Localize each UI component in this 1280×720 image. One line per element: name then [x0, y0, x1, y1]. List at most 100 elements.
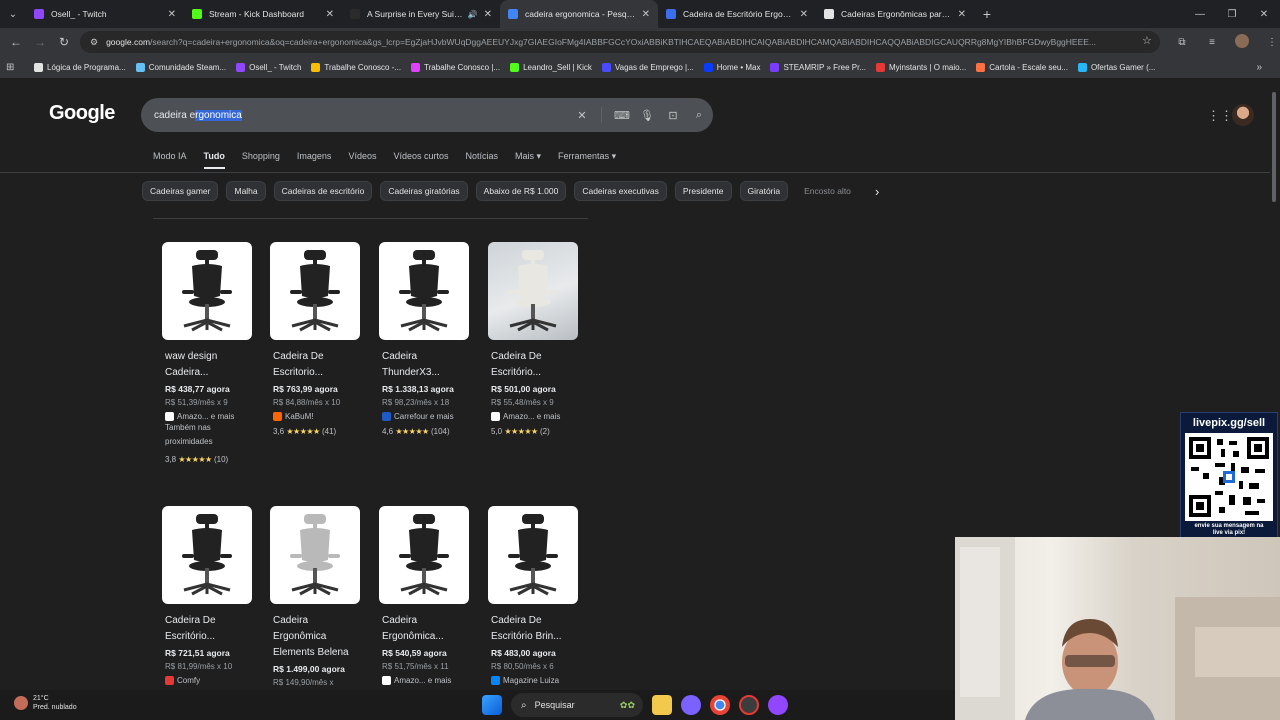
store-icon: [165, 412, 174, 421]
scrollbar-thumb[interactable]: [1272, 92, 1276, 202]
filter-chip[interactable]: Presidente: [674, 181, 732, 201]
product-image[interactable]: [162, 506, 252, 604]
bookmark-item[interactable]: Leandro_Sell | Kick: [510, 62, 592, 72]
forward-icon[interactable]: →: [28, 28, 52, 56]
taskbar-search[interactable]: ⌕ Pesquisar ✿✿: [511, 693, 643, 717]
product-card[interactable]: Cadeira De Escritório Brin... R$ 483,00 ag…: [488, 506, 592, 685]
file-explorer-icon[interactable]: [652, 695, 672, 715]
extensions-icon[interactable]: ⧉: [1172, 37, 1192, 48]
url-host: google.com: [106, 37, 151, 47]
address-bar[interactable]: ⚙ google.com/search?q=cadeira+ergonomica…: [80, 31, 1160, 53]
product-image[interactable]: [488, 242, 578, 340]
product-image[interactable]: [488, 506, 578, 604]
product-image[interactable]: [379, 506, 469, 604]
minimize-icon[interactable]: —: [1184, 0, 1216, 28]
microphone-icon[interactable]: 🎙: [640, 109, 654, 122]
search-nav-tab[interactable]: Ferramentas ▾: [558, 151, 616, 162]
media-icon[interactable]: ≡: [1202, 37, 1222, 48]
tab-title: Osell_ - Twitch: [51, 9, 107, 19]
scrollbar[interactable]: [1270, 84, 1278, 690]
product-card[interactable]: Cadeira Ergonômica... R$ 540,59 agora R$ 51…: [379, 506, 483, 685]
clear-icon[interactable]: ✕: [575, 109, 589, 122]
filter-chip[interactable]: Abaixo de R$ 1.000: [475, 181, 567, 201]
product-image[interactable]: [270, 506, 360, 604]
bookmark-item[interactable]: STEAMRIP » Free Pr...: [770, 62, 867, 72]
bookmark-item[interactable]: Trabalhe Conosco -...: [311, 62, 401, 72]
browser-tab[interactable]: cadeira ergonomica - Pesquisa ✕: [500, 0, 658, 28]
search-nav-tab[interactable]: Shopping: [242, 151, 280, 162]
close-window-icon[interactable]: ✕: [1248, 0, 1280, 28]
app-icon[interactable]: [681, 695, 701, 715]
menu-icon[interactable]: ⋮: [1262, 37, 1280, 48]
product-image[interactable]: [162, 242, 252, 340]
filter-chip[interactable]: Cadeiras de escritório: [273, 181, 373, 201]
chevron-right-icon[interactable]: ›: [875, 184, 879, 199]
browser-tab[interactable]: Cadeiras Ergonômicas para Esc ✕: [816, 0, 974, 28]
keyboard-icon[interactable]: ⌨: [614, 109, 630, 122]
google-logo[interactable]: Google: [49, 102, 115, 125]
search-nav-tab[interactable]: Notícias: [466, 151, 499, 162]
product-card[interactable]: Cadeira De Escritorio... R$ 763,99 agora R$…: [270, 242, 374, 439]
bookmark-item[interactable]: Lógica de Programa...: [34, 62, 126, 72]
audio-icon[interactable]: 🔊: [468, 10, 478, 19]
close-tab-icon[interactable]: ✕: [326, 9, 334, 20]
new-tab-button[interactable]: +: [974, 6, 1000, 22]
close-tab-icon[interactable]: ✕: [800, 9, 808, 20]
bookmark-item[interactable]: Home • Max: [703, 62, 760, 72]
filter-chip[interactable]: Giratória: [739, 181, 789, 201]
weather-widget[interactable]: 21°C Pred. nublado: [14, 694, 77, 712]
filter-chip[interactable]: Malha: [226, 181, 266, 201]
filter-chip[interactable]: Cadeiras executivas: [574, 181, 667, 201]
browser-tab[interactable]: Cadeira de Escritório Ergonôm ✕: [658, 0, 816, 28]
bookmark-item[interactable]: Comunidade Steam...: [135, 62, 226, 72]
product-image[interactable]: [270, 242, 360, 340]
more-bookmarks-icon[interactable]: »: [1256, 62, 1262, 73]
app-icon[interactable]: [739, 695, 759, 715]
close-tab-icon[interactable]: ✕: [958, 9, 966, 20]
search-nav-tab[interactable]: Vídeos curtos: [393, 151, 448, 162]
restore-icon[interactable]: ❐: [1216, 0, 1248, 28]
search-icon[interactable]: ⌕: [692, 109, 706, 122]
bookmark-item[interactable]: Osell_ - Twitch: [236, 62, 301, 72]
filter-chip[interactable]: Cadeiras gamer: [142, 181, 219, 201]
product-card[interactable]: Cadeira De Escritório... R$ 721,51 agora R$…: [162, 506, 266, 685]
search-nav-tab[interactable]: Mais ▾: [515, 151, 541, 162]
search-nav-tab[interactable]: Vídeos: [348, 151, 376, 162]
windows-start-icon[interactable]: [482, 695, 502, 715]
search-icon: ⌕: [521, 699, 527, 711]
site-info-icon[interactable]: ⚙: [90, 37, 98, 48]
back-icon[interactable]: ←: [4, 28, 28, 56]
filter-chips: Cadeiras gamer Malha Cadeiras de escritóri…: [142, 181, 859, 201]
chrome-icon[interactable]: [710, 695, 730, 715]
browser-tab[interactable]: A Surprise in Every Suitcase 🔊 ✕: [342, 0, 500, 28]
twitch-icon[interactable]: [768, 695, 788, 715]
bookmark-label: STEAMRIP » Free Pr...: [783, 62, 867, 72]
apps-icon[interactable]: ⊞: [6, 62, 24, 73]
search-nav-tab[interactable]: Tudo: [203, 151, 226, 169]
close-tab-icon[interactable]: ✕: [484, 9, 492, 20]
avatar[interactable]: [1232, 104, 1254, 126]
search-nav-tab[interactable]: Modo IA: [153, 151, 187, 162]
bookmark-item[interactable]: Myinstants | O maio...: [876, 62, 966, 72]
bookmark-item[interactable]: Cartola - Escale seu...: [976, 62, 1068, 72]
browser-tab[interactable]: Stream - Kick Dashboard ✕: [184, 0, 342, 28]
bookmark-item[interactable]: Ofertas Gamer (...: [1077, 62, 1155, 72]
product-card[interactable]: Cadeira Ergonômica Elements Belena R$ 1.499…: [270, 506, 374, 687]
search-nav-tab[interactable]: Imagens: [297, 151, 332, 162]
filter-chip[interactable]: Cadeiras giratórias: [380, 181, 468, 201]
product-card[interactable]: waw design Cadeira... R$ 438,77 agora R$ 51…: [162, 242, 266, 467]
close-tab-icon[interactable]: ✕: [168, 9, 176, 20]
tab-search-icon[interactable]: ⌄: [0, 0, 26, 28]
reload-icon[interactable]: ↻: [52, 28, 76, 56]
product-image[interactable]: [379, 242, 469, 340]
bookmark-item[interactable]: Trabalhe Conosco |...: [411, 62, 500, 72]
bookmark-star-icon[interactable]: ☆: [1142, 34, 1152, 47]
lens-icon[interactable]: ⊡: [666, 109, 680, 122]
profile-icon[interactable]: [1232, 33, 1252, 51]
bookmark-item[interactable]: Vagas de Emprego |...: [601, 62, 694, 72]
product-card[interactable]: Cadeira ThunderX3... R$ 1.338,13 agora R$ 9…: [379, 242, 483, 439]
filter-chip[interactable]: Encosto alto: [796, 181, 859, 201]
browser-tab[interactable]: Osell_ - Twitch ✕: [26, 0, 184, 28]
product-card[interactable]: Cadeira De Escritório... R$ 501,00 agora R$…: [488, 242, 592, 439]
close-tab-icon[interactable]: ✕: [642, 9, 650, 20]
